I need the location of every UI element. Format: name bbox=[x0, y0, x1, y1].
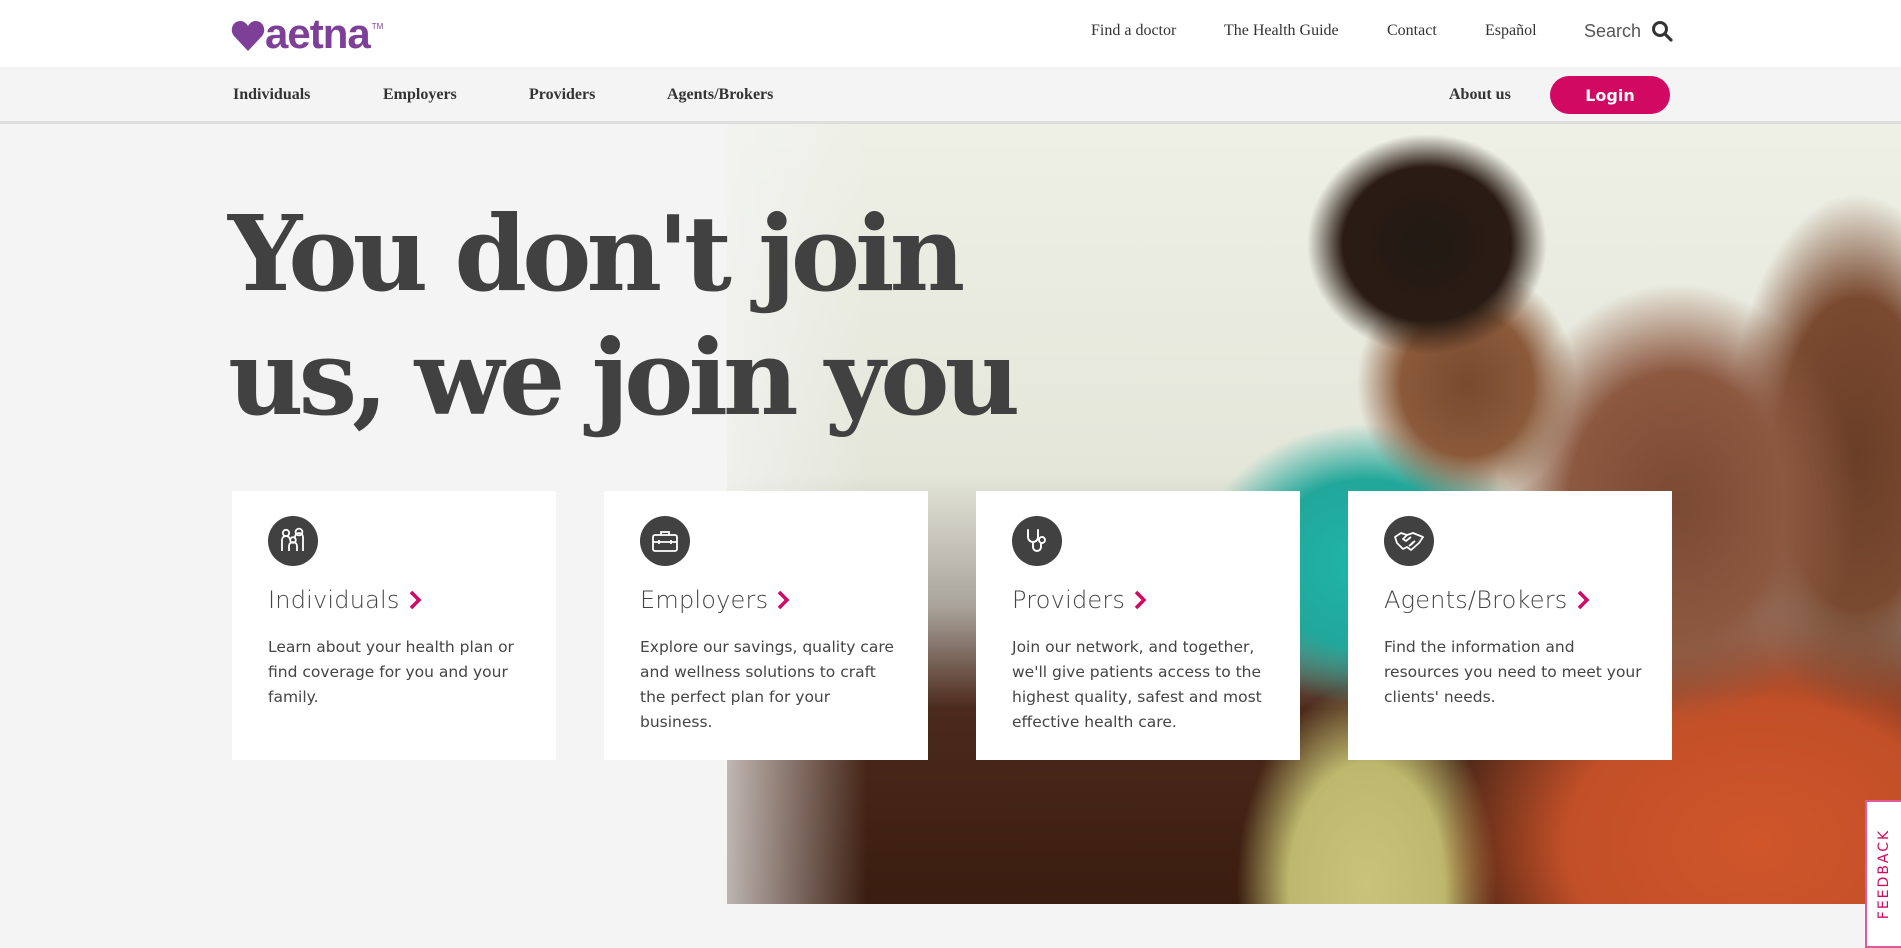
login-button[interactable]: Login bbox=[1550, 76, 1670, 114]
feedback-label: FEEDBACK bbox=[1876, 828, 1893, 920]
card-description: Learn about your health plan or find cov… bbox=[268, 638, 514, 706]
hero-headline: You don't join us, we join you bbox=[228, 192, 1048, 440]
logo-trademark: TM bbox=[371, 22, 384, 31]
card-description: Find the information and resources you n… bbox=[1384, 638, 1642, 706]
search-button[interactable]: Search bbox=[1584, 20, 1673, 42]
card-employers[interactable]: Employers Explore our savings, quality c… bbox=[604, 491, 928, 760]
search-label: Search bbox=[1584, 20, 1642, 41]
logo-wordmark: aetna bbox=[265, 10, 371, 57]
nav-providers[interactable]: Providers bbox=[529, 86, 595, 104]
nav-employers[interactable]: Employers bbox=[383, 86, 457, 104]
utility-link-find-a-doctor[interactable]: Find a doctor bbox=[1091, 22, 1176, 40]
card-title-text: Individuals bbox=[268, 586, 400, 614]
chevron-right-icon bbox=[778, 590, 790, 610]
feedback-tab[interactable]: FEEDBACK bbox=[1865, 800, 1901, 948]
hero-headline-line-2: us, we join you bbox=[228, 316, 1020, 439]
nav-agents-brokers[interactable]: Agents/Brokers bbox=[667, 86, 773, 104]
main-nav: Individuals Employers Providers Agents/B… bbox=[0, 67, 1901, 124]
card-providers[interactable]: Providers Join our network, and together… bbox=[976, 491, 1300, 760]
stethoscope-icon bbox=[1012, 516, 1062, 566]
utility-link-espanol[interactable]: Español bbox=[1485, 22, 1537, 40]
briefcase-icon bbox=[640, 516, 690, 566]
card-title: Individuals bbox=[268, 586, 422, 614]
utility-link-contact[interactable]: Contact bbox=[1387, 22, 1437, 40]
utility-link-health-guide[interactable]: The Health Guide bbox=[1224, 22, 1339, 40]
card-title-text: Agents/Brokers bbox=[1384, 586, 1568, 614]
handshake-icon bbox=[1384, 516, 1434, 566]
card-title: Providers bbox=[1012, 586, 1147, 614]
hero-headline-line-1: You don't join bbox=[228, 192, 965, 315]
aetna-logo[interactable]: aetna TM bbox=[231, 10, 384, 57]
card-title: Agents/Brokers bbox=[1384, 586, 1590, 614]
search-icon bbox=[1652, 21, 1673, 42]
heart-icon bbox=[231, 21, 265, 51]
card-description: Explore our savings, quality care and we… bbox=[640, 638, 894, 731]
chevron-right-icon bbox=[1134, 590, 1147, 610]
family-icon bbox=[268, 516, 318, 566]
card-description: Join our network, and together, we'll gi… bbox=[1012, 638, 1262, 731]
nav-about-us[interactable]: About us bbox=[1449, 86, 1511, 104]
card-title-text: Providers bbox=[1012, 586, 1126, 614]
chevron-right-icon bbox=[409, 590, 422, 610]
card-title: Employers bbox=[640, 586, 790, 614]
nav-individuals[interactable]: Individuals bbox=[233, 86, 310, 104]
utility-header: aetna TM Find a doctor The Health Guide … bbox=[0, 0, 1901, 67]
card-individuals[interactable]: Individuals Learn about your health plan… bbox=[232, 491, 556, 760]
chevron-right-icon bbox=[1577, 590, 1589, 610]
card-title-text: Employers bbox=[640, 586, 769, 614]
card-agents-brokers[interactable]: Agents/Brokers Find the information and … bbox=[1348, 491, 1672, 760]
